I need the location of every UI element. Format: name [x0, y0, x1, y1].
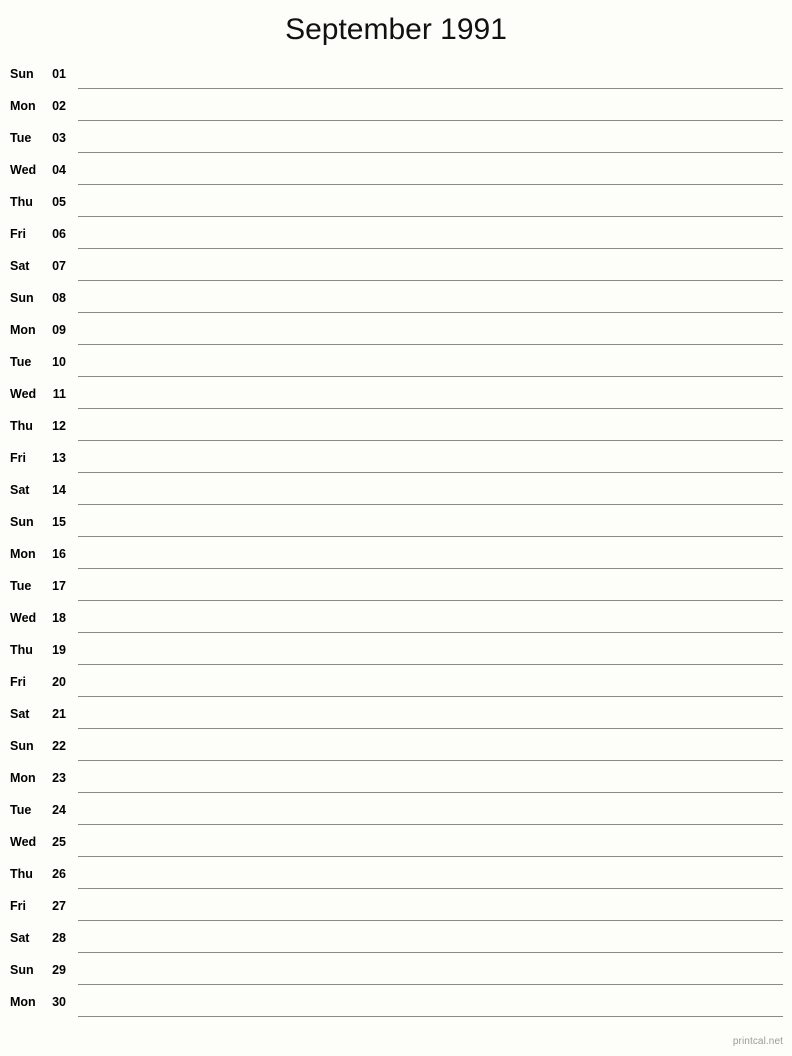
day-number-label: 14: [52, 483, 66, 497]
day-row[interactable]: Sun 01: [0, 60, 792, 92]
page-title: September 1991: [285, 13, 507, 46]
day-row[interactable]: Fri 06: [0, 220, 792, 252]
day-number-label: 12: [52, 419, 66, 433]
day-number-label: 21: [52, 707, 66, 721]
day-write-line[interactable]: [78, 536, 783, 537]
day-number-label: 09: [52, 323, 66, 337]
day-write-line[interactable]: [78, 600, 783, 601]
day-number-label: 01: [52, 67, 66, 81]
day-number-label: 23: [52, 771, 66, 785]
day-write-line[interactable]: [78, 312, 783, 313]
day-number-label: 29: [52, 963, 66, 977]
day-row[interactable]: Sat 28: [0, 924, 792, 956]
day-number-label: 13: [52, 451, 66, 465]
day-row[interactable]: Fri 27: [0, 892, 792, 924]
day-number-label: 02: [52, 99, 66, 113]
day-row[interactable]: Sat 07: [0, 252, 792, 284]
day-write-line[interactable]: [78, 728, 783, 729]
day-row[interactable]: Tue 10: [0, 348, 792, 380]
day-number-label: 18: [52, 611, 66, 625]
day-row[interactable]: Sun 22: [0, 732, 792, 764]
day-row[interactable]: Sat 14: [0, 476, 792, 508]
day-number-label: 10: [52, 355, 66, 369]
day-write-line[interactable]: [78, 888, 783, 889]
day-row[interactable]: Mon 09: [0, 316, 792, 348]
day-write-line[interactable]: [78, 184, 783, 185]
day-write-line[interactable]: [78, 792, 783, 793]
day-write-line[interactable]: [78, 664, 783, 665]
day-row[interactable]: Wed 25: [0, 828, 792, 860]
day-row[interactable]: Tue 17: [0, 572, 792, 604]
day-rows-list: Sun 01 Mon 02 Tue 03 Wed 04 Thu 05 Fri 06 Sat 07 Sun 08…: [0, 60, 792, 1020]
day-write-line[interactable]: [78, 216, 783, 217]
day-write-line[interactable]: [78, 504, 783, 505]
day-row[interactable]: Wed 04: [0, 156, 792, 188]
day-write-line[interactable]: [78, 984, 783, 985]
day-write-line[interactable]: [78, 88, 783, 89]
day-number-label: 17: [52, 579, 66, 593]
day-write-line[interactable]: [78, 696, 783, 697]
day-number-label: 27: [52, 899, 66, 913]
day-row[interactable]: Wed 11: [0, 380, 792, 412]
day-row[interactable]: Thu 05: [0, 188, 792, 220]
day-write-line[interactable]: [78, 856, 783, 857]
day-row[interactable]: Sun 29: [0, 956, 792, 988]
day-number-label: 06: [52, 227, 66, 241]
day-row[interactable]: Tue 24: [0, 796, 792, 828]
day-write-line[interactable]: [78, 568, 783, 569]
day-number-label: 24: [52, 803, 66, 817]
day-number-label: 26: [52, 867, 66, 881]
day-write-line[interactable]: [78, 952, 783, 953]
day-row[interactable]: Thu 12: [0, 412, 792, 444]
day-number-label: 08: [52, 291, 66, 305]
day-write-line[interactable]: [78, 824, 783, 825]
day-row[interactable]: Tue 03: [0, 124, 792, 156]
day-row[interactable]: Fri 13: [0, 444, 792, 476]
day-number-label: 03: [52, 131, 66, 145]
day-write-line[interactable]: [78, 120, 783, 121]
day-write-line[interactable]: [78, 440, 783, 441]
day-write-line[interactable]: [78, 248, 783, 249]
day-number-label: 11: [52, 387, 66, 401]
day-row[interactable]: Fri 20: [0, 668, 792, 700]
day-write-line[interactable]: [78, 632, 783, 633]
day-write-line[interactable]: [78, 920, 783, 921]
day-row[interactable]: Mon 23: [0, 764, 792, 796]
day-number-label: 15: [52, 515, 66, 529]
day-row[interactable]: Sun 08: [0, 284, 792, 316]
day-number-label: 28: [52, 931, 66, 945]
day-write-line[interactable]: [78, 408, 783, 409]
day-write-line[interactable]: [78, 280, 783, 281]
day-row[interactable]: Sun 15: [0, 508, 792, 540]
day-write-line[interactable]: [78, 344, 783, 345]
calendar-page: September 1991 Sun 01 Mon 02 Tue 03 Wed 04 Thu 05…: [0, 0, 792, 1056]
day-row[interactable]: Mon 16: [0, 540, 792, 572]
footer-attribution: printcal.net: [732, 1036, 783, 1047]
day-row[interactable]: Mon 02: [0, 92, 792, 124]
day-number-label: 20: [52, 675, 66, 689]
day-write-line[interactable]: [78, 760, 783, 761]
day-write-line[interactable]: [78, 1016, 783, 1017]
day-write-line[interactable]: [78, 152, 783, 153]
day-number-label: 05: [52, 195, 66, 209]
day-number-label: 19: [52, 643, 66, 657]
day-row[interactable]: Sat 21: [0, 700, 792, 732]
day-number-label: 25: [52, 835, 66, 849]
day-write-line[interactable]: [78, 472, 783, 473]
day-number-label: 04: [52, 163, 66, 177]
day-row[interactable]: Thu 19: [0, 636, 792, 668]
day-number-label: 22: [52, 739, 66, 753]
day-row[interactable]: Thu 26: [0, 860, 792, 892]
day-number-label: 07: [52, 259, 66, 273]
day-row[interactable]: Wed 18: [0, 604, 792, 636]
day-number-label: 30: [52, 995, 66, 1009]
day-number-label: 16: [52, 547, 66, 561]
day-row[interactable]: Mon 30: [0, 988, 792, 1020]
day-write-line[interactable]: [78, 376, 783, 377]
